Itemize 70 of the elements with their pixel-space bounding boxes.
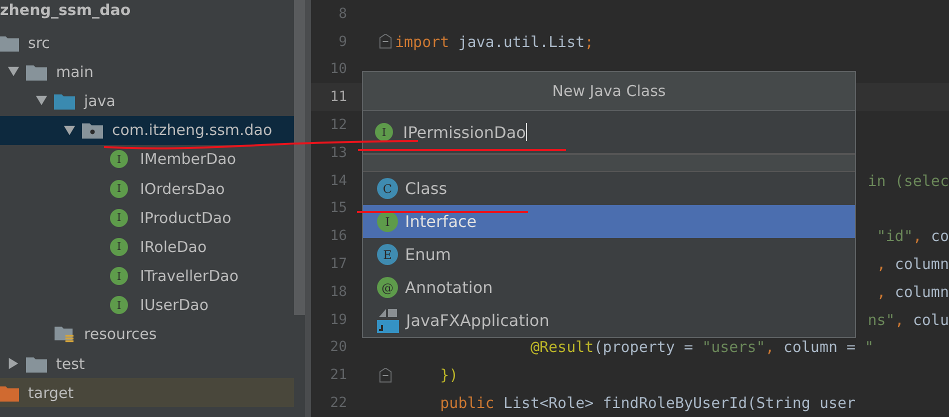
interface-icon: I — [110, 180, 128, 198]
code-line: in (selec — [868, 172, 949, 190]
folder-icon — [26, 354, 47, 373]
fold-marker-icon[interactable] — [379, 368, 392, 383]
scrollbar-thumb[interactable] — [294, 0, 305, 315]
line-number: 19 — [329, 312, 347, 328]
tree-item[interactable]: I ITravellerDao — [0, 262, 294, 291]
tree-item[interactable]: I IMemberDao — [0, 144, 294, 174]
line-number: 20 — [329, 339, 347, 356]
code-line: , column — [876, 255, 949, 274]
folder-icon — [26, 62, 47, 81]
line-number: 12 — [329, 117, 347, 134]
fold-marker-icon[interactable] — [379, 34, 392, 50]
interface-icon: I — [110, 296, 128, 314]
annotation-icon: @ — [377, 277, 398, 298]
line-number: 21 — [329, 367, 347, 384]
line-number: 15 — [329, 200, 347, 216]
line-number: 16 — [329, 228, 347, 244]
collapsed-arrow-icon[interactable] — [6, 357, 20, 370]
expanded-arrow-icon[interactable] — [6, 65, 20, 78]
enum-icon: E — [377, 244, 398, 265]
package-folder-icon — [82, 121, 103, 140]
interface-icon: I — [377, 211, 398, 232]
folder-icon — [0, 384, 19, 402]
line-number: 13 — [329, 144, 347, 161]
line-number: 11 — [329, 89, 347, 106]
tree-item[interactable]: java — [0, 86, 294, 116]
kind-option[interactable]: E Enum — [363, 238, 855, 271]
line-number: 14 — [329, 172, 347, 189]
kind-option[interactable]: @ Annotation — [363, 271, 855, 304]
tree-item[interactable]: resources — [0, 320, 294, 350]
class-icon: C — [377, 178, 398, 199]
line-number: 10 — [329, 61, 347, 78]
tree-item[interactable]: I IUserDao — [0, 290, 294, 320]
folder-icon — [0, 34, 19, 52]
expanded-arrow-icon[interactable] — [34, 94, 48, 108]
javafx-icon — [377, 308, 399, 332]
code-line: @Result(property = "users", column = " — [529, 338, 874, 356]
code-line: public List<Role> findRoleByUserId(String user — [439, 394, 856, 412]
expanded-arrow-icon[interactable] — [62, 124, 76, 137]
tree-item[interactable]: I IOrdersDao — [0, 174, 294, 204]
line-number: 17 — [329, 256, 347, 272]
folder-icon — [54, 92, 75, 110]
kind-option[interactable]: C Class — [363, 172, 855, 205]
code-line: }) — [439, 366, 458, 384]
resources-folder-icon — [54, 325, 75, 344]
tree-item[interactable]: target — [0, 378, 294, 408]
code-line: "id", co — [876, 227, 949, 246]
kind-option[interactable]: JavaFXApplication — [363, 304, 855, 337]
tree-item[interactable]: com.itzheng.ssm.dao — [0, 116, 294, 145]
interface-icon: I — [110, 208, 128, 227]
interface-icon: I — [110, 150, 128, 168]
code-line: , column — [876, 282, 949, 301]
tree-item[interactable]: main — [0, 57, 294, 86]
kind-option[interactable]: I Interface — [363, 205, 855, 238]
tree-item[interactable]: I IProductDao — [0, 203, 294, 232]
line-number: 8 — [338, 6, 347, 22]
tree-item[interactable]: src — [0, 28, 294, 58]
tree-item[interactable]: test — [0, 349, 294, 378]
project-title[interactable]: zheng_ssm_dao — [0, 0, 294, 28]
code-line: import java.util.List; — [395, 32, 594, 51]
dialog-title: New Java Class — [363, 72, 855, 111]
tree-item[interactable]: I IRoleDao — [0, 232, 294, 262]
line-number: 9 — [338, 34, 347, 50]
interface-icon: I — [110, 267, 128, 286]
line-number: 18 — [329, 284, 347, 300]
line-number: 22 — [329, 395, 347, 412]
interface-icon: I — [375, 123, 393, 141]
code-line: ns", colu — [868, 310, 949, 329]
interface-icon: I — [110, 238, 128, 256]
